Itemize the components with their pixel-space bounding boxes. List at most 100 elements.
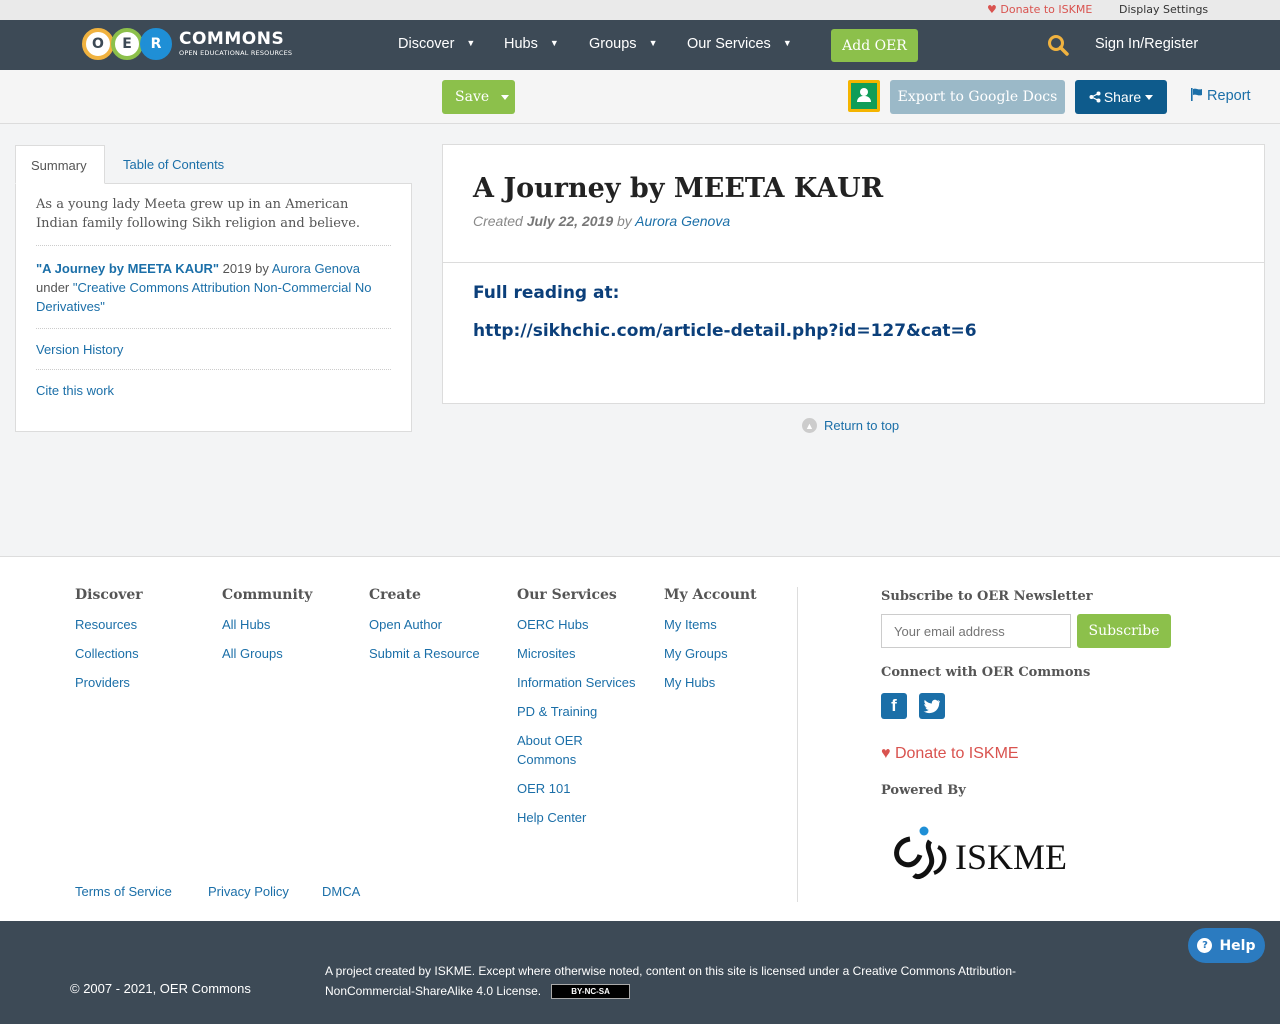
- resource-header: A Journey by MEETA KAUR Created July 22,…: [443, 145, 1264, 263]
- donate-iskme-link[interactable]: ♥ Donate to ISKME: [881, 745, 1019, 763]
- utility-bar: ♥ Donate to ISKME Display Settings: [0, 0, 1280, 20]
- dmca-link[interactable]: DMCA: [322, 884, 360, 899]
- footer-link-collections[interactable]: Collections: [75, 644, 143, 663]
- footer-link-submit-resource[interactable]: Submit a Resource: [369, 644, 480, 663]
- footer-link-all-groups[interactable]: All Groups: [222, 644, 312, 663]
- footer-col-create: Create Open Author Submit a Resource: [369, 587, 480, 663]
- report-link[interactable]: Report: [1190, 88, 1251, 104]
- resource-toolbar: Save Export to Google Docs Share Report: [0, 70, 1280, 124]
- logo-tagline: OPEN EDUCATIONAL RESOURCES: [179, 49, 293, 58]
- footer-link-all-hubs[interactable]: All Hubs: [222, 615, 312, 634]
- footer: Discover Resources Collections Providers…: [0, 556, 1280, 921]
- resource-meta: Created July 22, 2019 by Aurora Genova: [473, 213, 731, 229]
- footer-link-pd-training[interactable]: PD & Training: [517, 702, 637, 721]
- tab-table-of-contents[interactable]: Table of Contents: [108, 145, 239, 184]
- chevron-down-icon: ▼: [782, 38, 792, 48]
- footer-col-my-account: My Account My Items My Groups My Hubs: [664, 587, 757, 692]
- full-reading-label: Full reading at:: [473, 283, 620, 303]
- footer-link-oer-101[interactable]: OER 101: [517, 779, 637, 798]
- logo-circle-o: O: [82, 28, 114, 60]
- nav-groups[interactable]: Groups ▼: [589, 36, 657, 52]
- footer-divider: [797, 587, 798, 902]
- powered-by-label: Powered By: [881, 783, 966, 798]
- footer-col-community: Community All Hubs All Groups: [222, 587, 313, 663]
- logo-circle-r: R: [140, 28, 172, 60]
- main-nav: O E R COMMONS OPEN EDUCATIONAL RESOURCES…: [0, 20, 1280, 70]
- footer-link-help-center[interactable]: Help Center: [517, 808, 637, 827]
- footer-link-open-author[interactable]: Open Author: [369, 615, 480, 634]
- attribution: "A Journey by MEETA KAUR" 2019 by Aurora…: [36, 261, 372, 314]
- cite-work-link[interactable]: Cite this work: [36, 383, 391, 398]
- attr-title-link[interactable]: "A Journey by MEETA KAUR": [36, 261, 219, 276]
- nav-discover[interactable]: Discover ▼: [398, 36, 475, 52]
- attr-author-link[interactable]: Aurora Genova: [272, 261, 360, 276]
- newsletter-title: Subscribe to OER Newsletter: [881, 589, 1093, 604]
- full-reading-url[interactable]: http://sikhchic.com/article-detail.php?i…: [473, 321, 977, 341]
- help-button[interactable]: ? Help: [1188, 928, 1265, 963]
- footer-col-our-services: Our Services OERC Hubs Microsites Inform…: [517, 587, 637, 827]
- resource-card: A Journey by MEETA KAUR Created July 22,…: [442, 144, 1265, 404]
- author-link[interactable]: Aurora Genova: [635, 213, 730, 229]
- subscribe-button[interactable]: Subscribe: [1077, 614, 1171, 648]
- privacy-policy-link[interactable]: Privacy Policy: [208, 884, 289, 899]
- email-field[interactable]: [881, 614, 1071, 648]
- resource-body: Full reading at: http://sikhchic.com/art…: [473, 283, 977, 341]
- chevron-down-icon: ▼: [549, 38, 559, 48]
- footer-link-my-hubs[interactable]: My Hubs: [664, 673, 757, 692]
- nav-our-services[interactable]: Our Services ▼: [687, 36, 792, 52]
- search-icon[interactable]: [1047, 34, 1069, 56]
- bottom-bar: © 2007 - 2021, OER Commons A project cre…: [0, 921, 1280, 1024]
- sign-in-register-link[interactable]: Sign In/Register: [1095, 36, 1198, 52]
- export-google-docs-button[interactable]: Export to Google Docs: [890, 80, 1065, 114]
- chevron-down-icon: ▼: [466, 38, 476, 48]
- add-oer-button[interactable]: Add OER: [831, 29, 918, 62]
- footer-link-my-groups[interactable]: My Groups: [664, 644, 757, 663]
- terms-of-service-link[interactable]: Terms of Service: [75, 884, 172, 899]
- cc-license-badge[interactable]: BY-NC-SA: [551, 984, 631, 1000]
- flag-icon: [1191, 88, 1202, 101]
- divider: [36, 369, 391, 370]
- twitter-icon[interactable]: [919, 693, 945, 719]
- donate-link[interactable]: ♥ Donate to ISKME: [987, 3, 1092, 16]
- logo-wordmark: COMMONS: [179, 29, 285, 50]
- footer-col-discover: Discover Resources Collections Providers: [75, 587, 143, 692]
- license-text: A project created by ISKME. Except where…: [325, 964, 1017, 1000]
- nav-hubs[interactable]: Hubs ▼: [504, 36, 559, 52]
- heart-icon: ♥: [881, 745, 891, 762]
- footer-link-information-services[interactable]: Information Services: [517, 673, 637, 692]
- summary-panel: As a young lady Meeta grew up in an Amer…: [15, 145, 412, 432]
- attr-license-link[interactable]: "Creative Commons Attribution Non-Commer…: [36, 280, 372, 314]
- display-settings-link[interactable]: Display Settings: [1119, 3, 1208, 16]
- google-classroom-icon[interactable]: [848, 80, 880, 112]
- question-icon: ?: [1197, 938, 1213, 953]
- footer-link-microsites[interactable]: Microsites: [517, 644, 637, 663]
- footer-link-resources[interactable]: Resources: [75, 615, 143, 634]
- footer-link-about[interactable]: About OER Commons: [517, 731, 637, 769]
- heart-icon: ♥: [987, 3, 997, 16]
- panel-tabs: Summary Table of Contents: [15, 145, 412, 184]
- iskme-logo[interactable]: ISKME: [890, 819, 1090, 889]
- version-history-link[interactable]: Version History: [36, 342, 391, 357]
- footer-link-oerc-hubs[interactable]: OERC Hubs: [517, 615, 637, 634]
- caret-down-icon: [501, 94, 510, 100]
- caret-down-icon: [1145, 94, 1154, 100]
- footer-link-my-items[interactable]: My Items: [664, 615, 757, 634]
- arrow-up-icon: ▲: [802, 418, 817, 433]
- divider: [36, 245, 391, 246]
- page-title: A Journey by MEETA KAUR: [473, 173, 884, 204]
- chevron-down-icon: ▼: [648, 38, 658, 48]
- save-button[interactable]: Save: [442, 80, 515, 114]
- facebook-icon[interactable]: f: [881, 693, 907, 719]
- logo-circle-e: E: [111, 28, 143, 60]
- return-to-top-link[interactable]: ▲ Return to top: [802, 418, 899, 433]
- copyright: © 2007 - 2021, OER Commons: [70, 981, 251, 996]
- svg-text:ISKME: ISKME: [955, 837, 1067, 877]
- created-date: July 22, 2019: [526, 213, 614, 229]
- footer-link-providers[interactable]: Providers: [75, 673, 143, 692]
- resource-description: As a young lady Meeta grew up in an Amer…: [36, 197, 361, 231]
- connect-title: Connect with OER Commons: [881, 665, 1091, 680]
- oer-commons-logo[interactable]: O E R COMMONS OPEN EDUCATIONAL RESOURCES: [82, 26, 292, 62]
- divider: [36, 328, 391, 329]
- share-button[interactable]: Share: [1075, 80, 1167, 114]
- tab-summary[interactable]: Summary: [15, 145, 105, 184]
